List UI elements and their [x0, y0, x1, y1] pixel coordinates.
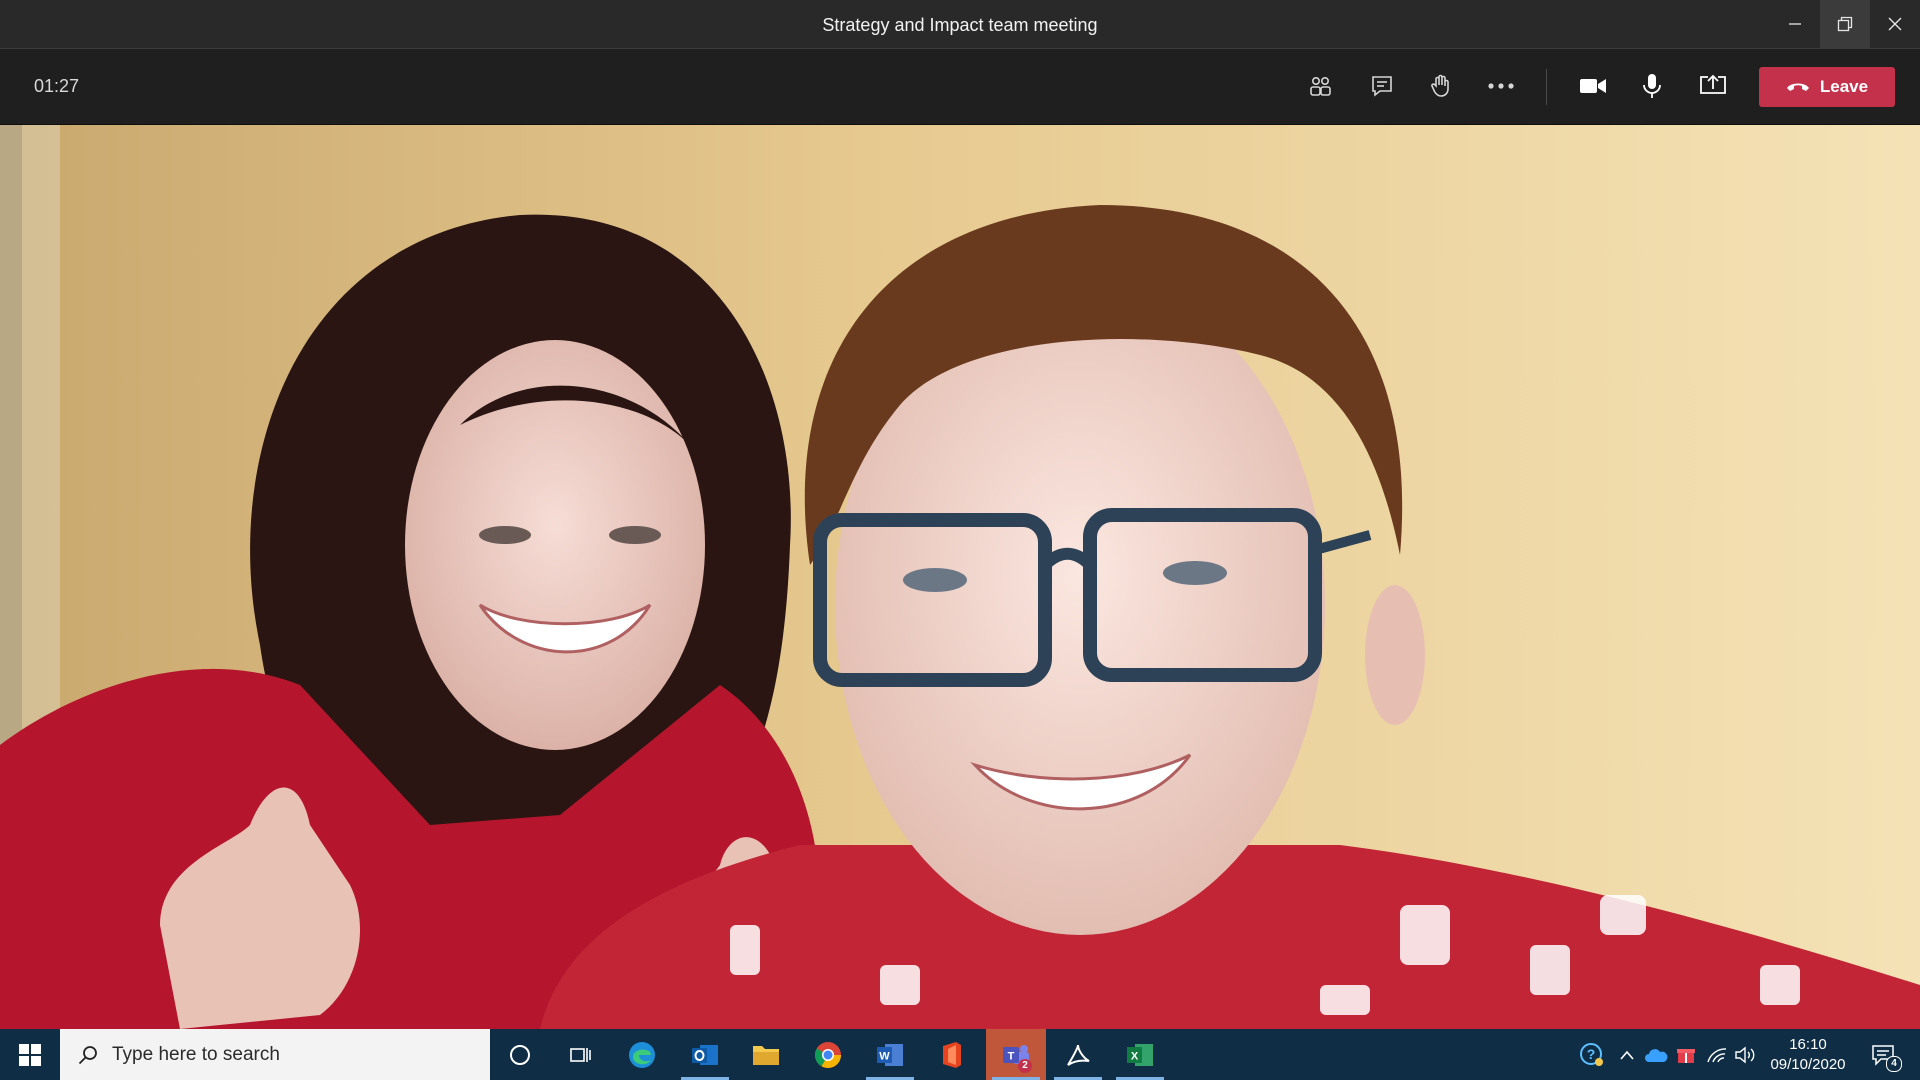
word-icon: W [877, 1043, 903, 1066]
help-tray-button[interactable]: ? [1578, 1042, 1606, 1068]
participant-video-feed [0, 125, 1920, 1029]
more-options-button[interactable] [1479, 64, 1523, 108]
taskbar-search-box[interactable]: Type here to search [60, 1029, 490, 1080]
raise-hand-button[interactable] [1419, 64, 1463, 108]
svg-text:?: ? [1587, 1046, 1596, 1062]
raise-hand-icon [1431, 74, 1449, 97]
taskbar-app-file-explorer[interactable] [736, 1029, 796, 1080]
volume-tray-button[interactable] [1733, 1042, 1757, 1068]
cortana-icon [510, 1044, 530, 1065]
microphone-toggle-button[interactable] [1630, 64, 1674, 108]
taskbar-app-teams[interactable]: T 2 [986, 1029, 1046, 1080]
participants-icon [1310, 77, 1331, 96]
more-options-icon [1488, 83, 1514, 89]
minimize-button[interactable] [1770, 0, 1820, 48]
taskbar-app-edge[interactable] [612, 1029, 672, 1080]
excel-icon: X [1127, 1043, 1153, 1066]
network-tray-button[interactable] [1705, 1042, 1729, 1068]
search-icon [78, 1045, 97, 1064]
title-bar: Strategy and Impact team meeting [0, 0, 1920, 49]
taskbar-clock[interactable]: 16:10 09/10/2020 [1758, 1035, 1858, 1075]
camera-icon [1580, 79, 1606, 93]
taskbar-app-word[interactable]: W [860, 1029, 920, 1080]
taskbar-app-acrobat[interactable] [1048, 1029, 1108, 1080]
chrome-icon [814, 1041, 842, 1068]
svg-text:T: T [1008, 1050, 1015, 1062]
search-placeholder: Type here to search [112, 1043, 280, 1065]
office-icon [943, 1041, 961, 1068]
close-window-button[interactable] [1870, 0, 1920, 48]
clock-date: 09/10/2020 [1770, 1056, 1846, 1073]
teams-notification-badge: 2 [1018, 1059, 1032, 1073]
svg-text:W: W [879, 1050, 890, 1062]
notification-count-badge: 4 [1886, 1056, 1902, 1072]
svg-text:X: X [1131, 1050, 1139, 1062]
help-icon: ? [1580, 1043, 1603, 1066]
outlook-icon [692, 1044, 718, 1065]
minimize-icon [1789, 23, 1801, 25]
video-frame-image [0, 125, 1920, 1029]
show-participants-button[interactable] [1298, 64, 1342, 108]
taskbar-app-office[interactable] [922, 1029, 982, 1080]
folder-icon [753, 1045, 779, 1065]
speaker-icon [1735, 1046, 1755, 1064]
taskbar-app-chrome[interactable] [798, 1029, 858, 1080]
gift-app-icon [1677, 1049, 1695, 1063]
show-hidden-icons-button[interactable] [1615, 1042, 1639, 1068]
chat-icon [1372, 76, 1392, 97]
app-tray-button[interactable] [1673, 1042, 1699, 1068]
camera-toggle-button[interactable] [1571, 64, 1615, 108]
clock-time: 16:10 [1789, 1036, 1827, 1053]
task-view-icon [570, 1047, 591, 1062]
call-timer: 01:27 [34, 76, 80, 96]
restore-button[interactable] [1820, 0, 1870, 48]
show-chat-button[interactable] [1360, 64, 1404, 108]
taskbar-app-excel[interactable]: X [1110, 1029, 1170, 1080]
taskbar-app-outlook[interactable] [675, 1029, 735, 1080]
restore-icon [1837, 16, 1853, 32]
meeting-controls-bar: 01:27 Leave [0, 49, 1920, 125]
windows-logo-icon [19, 1043, 41, 1066]
toolbar-divider [1546, 69, 1547, 105]
task-view-button[interactable] [550, 1029, 610, 1080]
action-center-button[interactable]: 4 [1868, 1042, 1902, 1072]
close-icon [1888, 17, 1902, 31]
chevron-up-icon [1620, 1050, 1634, 1060]
windows-taskbar: Type here to search W T 2 X ? 16:10 09/1… [0, 1029, 1920, 1080]
onedrive-cloud-icon [1645, 1049, 1668, 1062]
microphone-icon [1643, 74, 1661, 98]
edge-icon [629, 1041, 655, 1068]
share-screen-button[interactable] [1691, 64, 1735, 108]
acrobat-icon [1067, 1044, 1090, 1066]
onedrive-tray-button[interactable] [1643, 1042, 1669, 1068]
wifi-icon [1707, 1048, 1727, 1063]
start-button[interactable] [0, 1029, 60, 1080]
leave-label: Leave [1819, 77, 1869, 96]
cortana-button[interactable] [490, 1029, 550, 1080]
leave-button[interactable]: Leave [1759, 67, 1895, 107]
share-screen-icon [1700, 74, 1726, 94]
meeting-title: Strategy and Impact team meeting [822, 15, 1098, 35]
hang-up-icon [1786, 83, 1809, 91]
